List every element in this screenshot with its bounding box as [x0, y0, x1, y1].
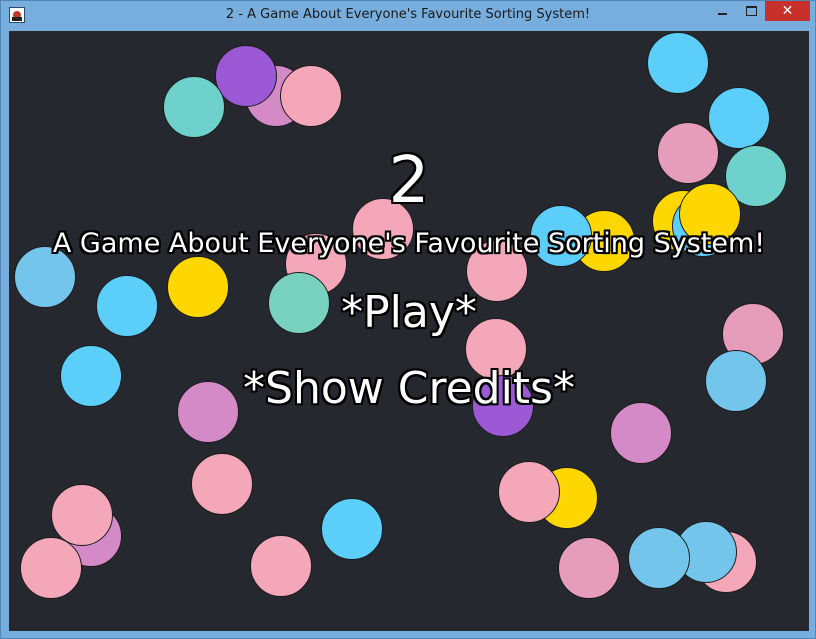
game-window: 2 - A Game About Everyone's Favourite So… — [0, 0, 816, 639]
maximize-button[interactable] — [737, 1, 765, 21]
game-subtitle: A Game About Everyone's Favourite Sortin… — [52, 228, 766, 259]
ball-pink — [20, 537, 82, 599]
close-button[interactable]: ✕ — [765, 1, 810, 21]
maximize-icon — [745, 6, 757, 16]
game-title: 2 — [388, 144, 430, 218]
show-credits-menu-item[interactable]: *Show Credits* — [9, 361, 809, 417]
ball-pink — [498, 461, 560, 523]
minimize-button[interactable] — [707, 1, 737, 21]
close-icon: ✕ — [781, 3, 794, 19]
ball-pink — [280, 65, 342, 127]
ball-blue — [321, 498, 383, 560]
title-bar[interactable]: 2 - A Game About Everyone's Favourite So… — [1, 1, 815, 31]
ball-rose — [558, 537, 620, 599]
ball-blue — [647, 32, 709, 94]
minimize-icon — [717, 13, 727, 15]
ball-blue — [708, 87, 770, 149]
window-title: 2 - A Game About Everyone's Favourite So… — [225, 7, 591, 22]
ball-pink — [250, 535, 312, 597]
game-canvas[interactable]: 2 A Game About Everyone's Favourite Sort… — [9, 31, 809, 631]
play-menu-item[interactable]: *Play* — [9, 285, 809, 341]
ball-pink — [191, 453, 253, 515]
ball-sky — [628, 527, 690, 589]
ball-teal — [163, 76, 225, 138]
ball-pink — [51, 484, 113, 546]
ball-purple — [215, 45, 277, 107]
